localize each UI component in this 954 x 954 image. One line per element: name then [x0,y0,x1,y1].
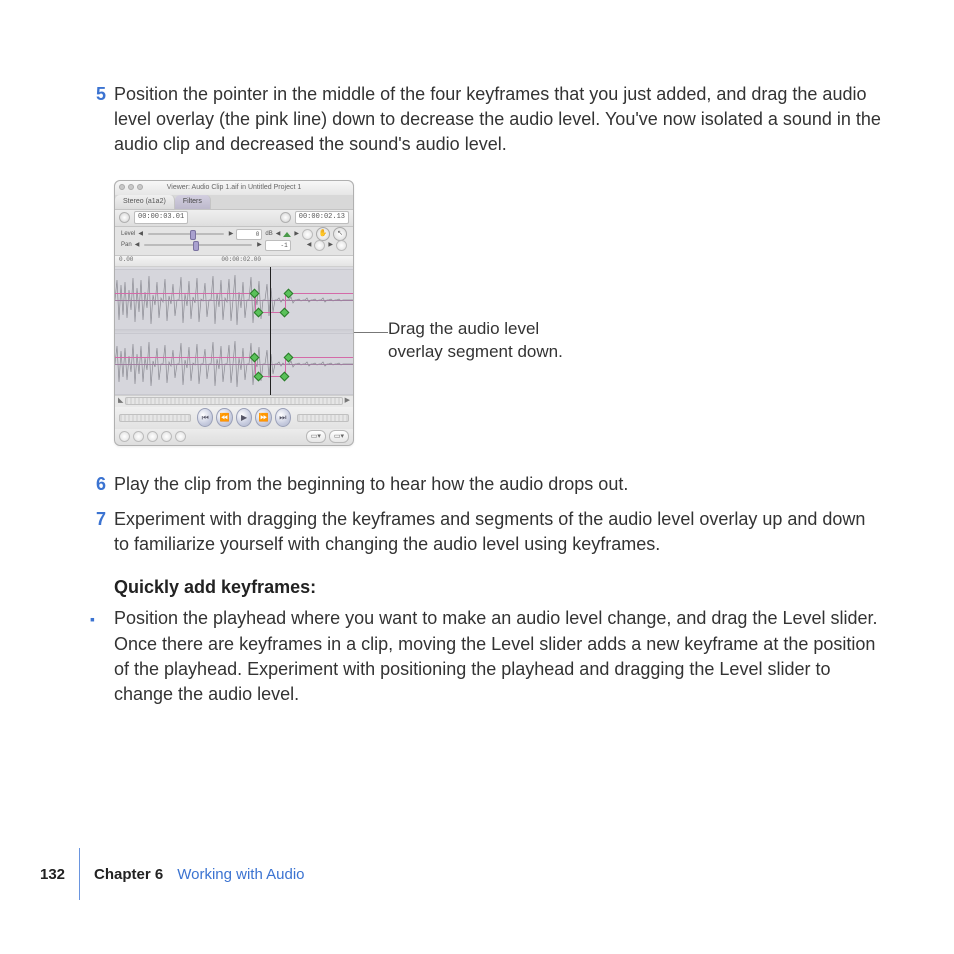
mark-out-icon [147,431,158,442]
page-number: 132 [40,864,79,885]
waveform-area [115,267,353,395]
close-dot-icon [119,184,125,190]
zoom-dot-icon [137,184,143,190]
level-reset-icon [302,229,313,240]
sliders-panel: Level ◀ ▶ 0 dB ◀ ▶ ✋ ↖ Pan [115,227,353,256]
pan-label: Pan [121,241,132,249]
timecode-right: 00:00:02.13 [295,211,349,224]
jog-dial-left-icon [119,212,130,223]
bottom-toolbar: ▭▾ ▭▾ [115,429,353,445]
chapter-title: Working with Audio [177,864,304,885]
callout-leader-line [354,332,388,333]
viewer-titlebar: Viewer: Audio Clip 1.aif in Untitled Pro… [115,181,353,195]
step-7-text: Experiment with dragging the keyframes a… [114,507,884,557]
level-slider [148,233,224,235]
callout-line1: Drag the audio level [388,319,539,338]
step-number-5: 5 [78,82,114,158]
figure-callout: Drag the audio level overlay segment dow… [354,318,588,364]
minimize-dot-icon [128,184,134,190]
arrow-icon: ↖ [333,227,347,241]
go-start-icon: ⏮ [197,408,213,427]
figure-row: Viewer: Audio Clip 1.aif in Untitled Pro… [114,180,884,446]
scroll-bar [125,397,342,405]
overwrite-edit-icon: ▭▾ [329,430,349,443]
btn-icon-5 [175,431,186,442]
ruler-start: 0.00 [119,256,133,264]
zoom-out-icon: ◣ [118,396,123,406]
step-number-6: 6 [78,472,114,497]
step-6-text: Play the clip from the beginning to hear… [114,472,884,497]
step-6: 6 Play the clip from the beginning to he… [78,472,884,497]
pan-reset-icon [336,240,347,251]
bullet-square-icon: ▪ [90,606,114,707]
document-page: 5 Position the pointer in the middle of … [0,0,954,954]
go-end-icon: ⏭ [275,408,291,427]
jog-wheel [119,414,191,422]
insert-edit-icon: ▭▾ [306,430,326,443]
content-area: 5 Position the pointer in the middle of … [78,82,884,707]
tab-filters: Filters [175,195,211,209]
bullet-text: Position the playhead where you want to … [114,606,884,707]
time-ruler: 0.00 00:00:02.00 [115,256,353,267]
step-5-text: Position the pointer in the middle of th… [114,82,884,158]
pan-slider-row: Pan ◀ ▶ -1 ◀ ▶ [121,240,347,251]
zoom-in-icon: ▶ [345,396,350,406]
step-number-7: 7 [78,507,114,557]
level-label: Level [121,230,135,238]
level-unit: dB [265,230,272,238]
subheading: Quickly add keyframes: [114,575,884,600]
pan-value: -1 [265,240,291,251]
scroll-row: ◣ ▶ [115,395,353,407]
play-icon: ▶ [236,408,252,427]
viewer-title-text: Viewer: Audio Clip 1.aif in Untitled Pro… [167,184,302,191]
level-keyframe-icon [283,232,291,237]
pan-slider [144,244,252,246]
step-7: 7 Experiment with dragging the keyframes… [78,507,884,557]
callout-text: Drag the audio level overlay segment dow… [388,318,588,364]
page-footer: 132 Chapter 6 Working with Audio [40,848,305,900]
shuttle [297,414,349,422]
level-slider-row: Level ◀ ▶ 0 dB ◀ ▶ ✋ ↖ [121,229,347,240]
viewer-window: Viewer: Audio Clip 1.aif in Untitled Pro… [114,180,354,446]
waveform-left-channel [115,269,353,331]
ruler-mid: 00:00:02.00 [221,256,261,264]
viewer-tabs: Stereo (a1a2) Filters [115,195,353,210]
level-value: 0 [236,229,262,240]
mark-in-icon [133,431,144,442]
step-forward-icon: ⏩ [255,408,271,427]
pan-keyframe-icon [314,240,325,251]
step-5: 5 Position the pointer in the middle of … [78,82,884,158]
jog-dial-right-icon [280,212,291,223]
tab-stereo: Stereo (a1a2) [115,195,175,209]
btn-icon-1 [119,431,130,442]
jog-row: ⏮ ⏪ ▶ ⏩ ⏭ [115,407,353,429]
chapter-label: Chapter 6 [94,864,163,885]
callout-line2: overlay segment down. [388,342,563,361]
marker-icon [161,431,172,442]
bullet-item: ▪ Position the playhead where you want t… [90,606,884,707]
playhead [270,267,271,395]
hand-icon: ✋ [316,227,330,241]
waveform-right-channel [115,333,353,395]
window-controls [119,184,143,190]
footer-divider [79,848,80,900]
timecode-row: 00:00:03.01 00:00:02.13 [115,210,353,227]
timecode-left: 00:00:03.01 [134,211,188,224]
step-back-icon: ⏪ [216,408,232,427]
